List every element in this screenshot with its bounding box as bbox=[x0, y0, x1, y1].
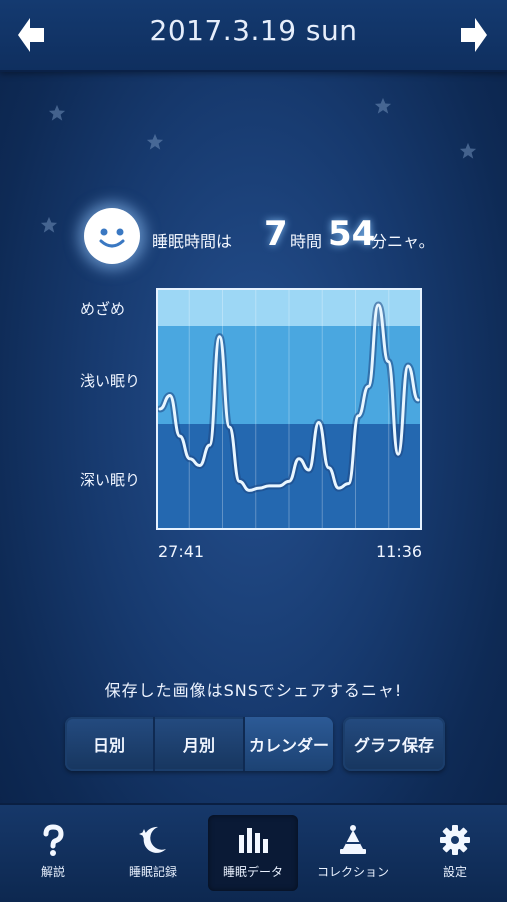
tab-collection[interactable]: コレクション bbox=[308, 815, 398, 891]
view-mode-segment: 日別 月別 カレンダー bbox=[65, 717, 333, 771]
tab-help[interactable]: 解説 bbox=[8, 815, 98, 891]
date-title: 2017.3.19 sun bbox=[149, 14, 358, 47]
moon-star-icon bbox=[139, 826, 166, 853]
smile-face-icon bbox=[84, 208, 140, 264]
level-label-awake: めざめ bbox=[80, 300, 126, 318]
star-icon bbox=[374, 97, 392, 114]
monthly-tab-button[interactable]: 月別 bbox=[155, 717, 245, 771]
level-label-deep: 深い眠り bbox=[80, 471, 141, 489]
top-bar: 2017.3.19 sun bbox=[0, 0, 507, 72]
sleep-chart bbox=[156, 288, 422, 530]
x-start-label: 27:41 bbox=[158, 542, 205, 561]
daily-tab-button[interactable]: 日別 bbox=[65, 717, 155, 771]
save-graph-button[interactable]: グラフ保存 bbox=[343, 717, 445, 771]
tab-sleep-record[interactable]: 睡眠記録 bbox=[108, 815, 198, 891]
bar-chart-icon bbox=[239, 828, 268, 853]
calendar-tab-button[interactable]: カレンダー bbox=[245, 717, 333, 771]
sleep-summary: 睡眠時間は 7 時間 54 分ニャ。 bbox=[84, 208, 484, 264]
tab-label: 睡眠データ bbox=[222, 865, 283, 879]
x-end-label: 11:36 bbox=[376, 542, 423, 561]
help-icon bbox=[43, 824, 64, 856]
collection-icon bbox=[340, 825, 366, 854]
star-icon bbox=[48, 104, 66, 121]
star-icon bbox=[40, 216, 58, 233]
minutes-unit: 分ニャ。 bbox=[371, 232, 435, 251]
hours-unit: 時間 bbox=[290, 232, 323, 251]
arrow-right-icon bbox=[461, 18, 487, 52]
share-hint-text: 保存した画像はSNSでシェアするニャ! bbox=[104, 681, 403, 700]
sleep-minutes: 54 bbox=[328, 214, 376, 254]
bottom-tab-bar: 解説 睡眠記録 睡眠データ コレクション 設定 bbox=[0, 803, 507, 902]
next-day-button[interactable] bbox=[459, 16, 489, 54]
gear-icon bbox=[440, 825, 470, 855]
sleep-hours: 7 bbox=[264, 214, 288, 254]
sleep-time-label: 睡眠時間は bbox=[152, 232, 233, 251]
level-label-light: 浅い眠り bbox=[80, 372, 141, 390]
tab-label: 解説 bbox=[40, 865, 65, 879]
tab-label: 睡眠記録 bbox=[128, 865, 177, 879]
tab-label: コレクション bbox=[316, 865, 389, 879]
star-icon bbox=[146, 133, 164, 150]
tab-sleep-data[interactable]: 睡眠データ bbox=[208, 815, 298, 891]
star-icon bbox=[459, 142, 477, 159]
tab-label: 設定 bbox=[442, 865, 467, 879]
tab-settings[interactable]: 設定 bbox=[410, 815, 500, 891]
